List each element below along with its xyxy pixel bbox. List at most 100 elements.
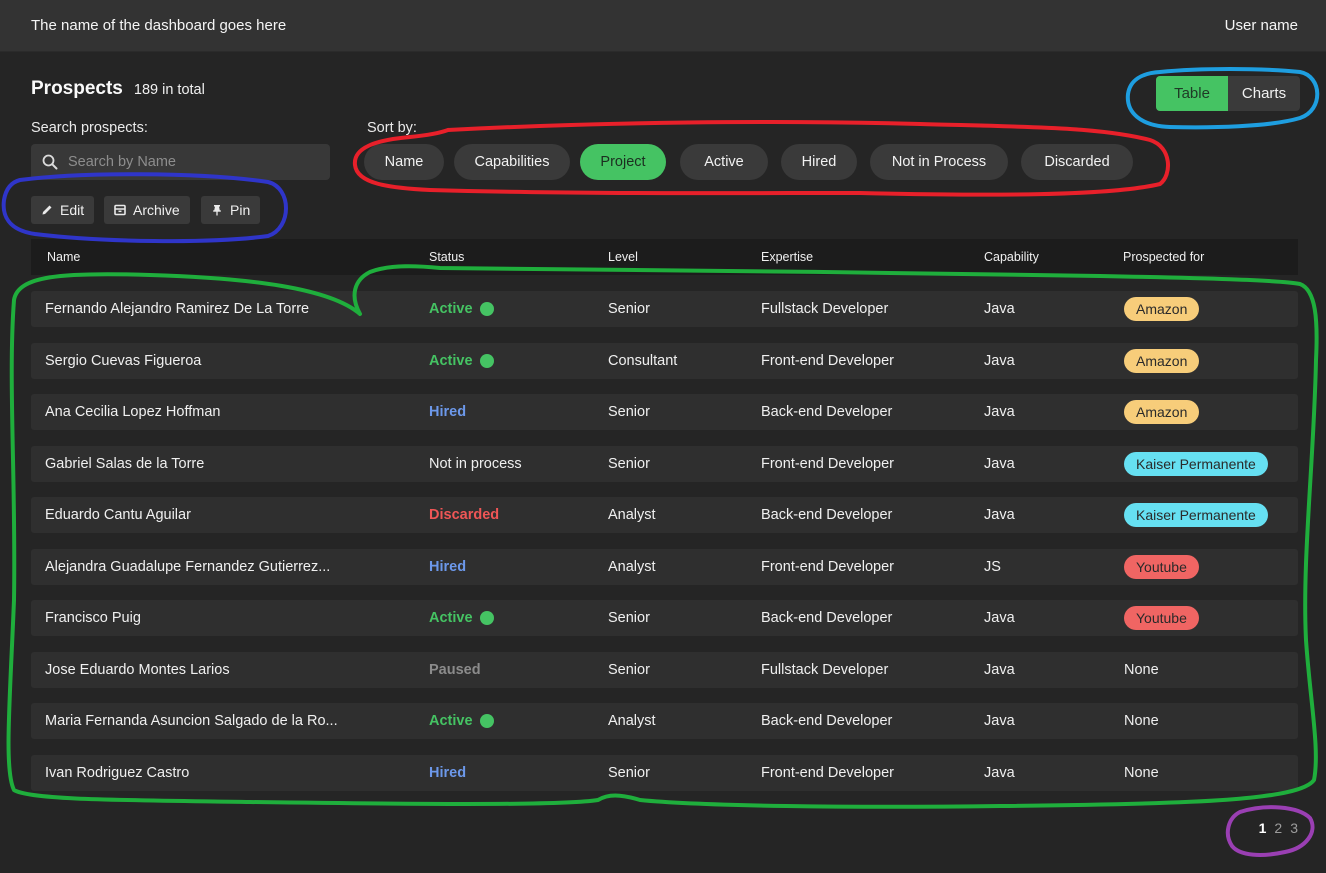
- status-label: Hired: [429, 765, 467, 781]
- table-row[interactable]: Alejandra Guadalupe Fernandez Gutierrez.…: [31, 549, 1298, 585]
- cell-prospected-for: Kaiser Permanente: [1124, 497, 1268, 533]
- cell-capability: Java: [984, 404, 1015, 420]
- status-dot-icon: [479, 714, 494, 728]
- status-label: Active: [429, 301, 473, 317]
- dashboard-title: The name of the dashboard goes here: [31, 17, 287, 34]
- cell-level: Senior: [608, 610, 650, 626]
- cell-name: Francisco Puig: [45, 610, 141, 626]
- cell-name: Alejandra Guadalupe Fernandez Gutierrez.…: [45, 559, 331, 575]
- cell-prospected-for: None: [1124, 652, 1159, 688]
- cell-level: Analyst: [608, 713, 656, 729]
- cell-name: Sergio Cuevas Figueroa: [45, 353, 202, 369]
- archive-icon: [114, 204, 126, 216]
- cell-name: Gabriel Salas de la Torre: [45, 456, 205, 472]
- page-heading: Prospects 189 in total: [31, 78, 205, 100]
- cell-expertise: Fullstack Developer: [761, 301, 889, 317]
- column-header-prospected-for[interactable]: Prospected for: [1123, 250, 1204, 264]
- table-row[interactable]: Eduardo Cantu Aguilar Discarded Analyst …: [31, 497, 1298, 533]
- cell-status: Hired: [429, 549, 466, 585]
- project-tag: Amazon: [1124, 297, 1200, 321]
- column-header-capability[interactable]: Capability: [984, 250, 1039, 264]
- column-header-status[interactable]: Status: [429, 250, 464, 264]
- project-tag: Amazon: [1124, 349, 1200, 373]
- cell-status: Hired: [429, 394, 466, 430]
- cell-capability: Java: [984, 713, 1015, 729]
- sort-chip-active[interactable]: Active: [680, 144, 768, 180]
- cell-expertise: Front-end Developer: [761, 353, 894, 369]
- table-row[interactable]: Sergio Cuevas Figueroa Active Consultant…: [31, 343, 1298, 379]
- cell-expertise: Fullstack Developer: [761, 662, 889, 678]
- cell-status: Active: [429, 291, 494, 327]
- table-row[interactable]: Ana Cecilia Lopez Hoffman Hired Senior B…: [31, 394, 1298, 430]
- top-bar: The name of the dashboard goes here User…: [0, 0, 1326, 52]
- pagination: 1 2 3: [1259, 820, 1298, 836]
- table-row[interactable]: Francisco Puig Active Senior Back-end De…: [31, 600, 1298, 636]
- cell-status: Hired: [429, 755, 466, 791]
- table-view-button[interactable]: Table: [1156, 76, 1228, 111]
- cell-name: Maria Fernanda Asuncion Salgado de la Ro…: [45, 713, 338, 729]
- sort-chip-project[interactable]: Project: [580, 144, 666, 180]
- sort-chip-discarded[interactable]: Discarded: [1021, 144, 1133, 180]
- table-row[interactable]: Maria Fernanda Asuncion Salgado de la Ro…: [31, 703, 1298, 739]
- project-label: None: [1124, 713, 1159, 729]
- archive-button[interactable]: Archive: [104, 196, 190, 224]
- column-header-expertise[interactable]: Expertise: [761, 250, 813, 264]
- cell-expertise: Back-end Developer: [761, 404, 893, 420]
- status-label: Hired: [429, 404, 467, 420]
- edit-button[interactable]: Edit: [31, 196, 95, 224]
- project-tag: Kaiser Permanente: [1124, 503, 1268, 527]
- prospect-count: 189 in total: [133, 82, 205, 98]
- table-row[interactable]: Gabriel Salas de la Torre Not in process…: [31, 446, 1298, 482]
- page-link-1[interactable]: 1: [1259, 820, 1267, 836]
- cell-prospected-for: Amazon: [1124, 291, 1200, 327]
- project-tag: Amazon: [1124, 400, 1200, 424]
- table-row[interactable]: Ivan Rodriguez Castro Hired Senior Front…: [31, 755, 1298, 791]
- pin-button[interactable]: Pin: [201, 196, 261, 224]
- cell-name: Fernando Alejandro Ramirez De La Torre: [45, 301, 310, 317]
- cell-prospected-for: Amazon: [1124, 394, 1200, 430]
- cell-level: Senior: [608, 404, 650, 420]
- search-input[interactable]: [68, 154, 308, 170]
- table-row[interactable]: Jose Eduardo Montes Larios Paused Senior…: [31, 652, 1298, 688]
- cell-capability: Java: [984, 507, 1015, 523]
- cell-level: Senior: [608, 662, 650, 678]
- sort-label: Sort by:: [367, 120, 417, 136]
- search-icon: [42, 154, 58, 170]
- cell-status: Discarded: [429, 497, 499, 533]
- cell-status: Active: [429, 343, 494, 379]
- cell-level: Consultant: [608, 353, 678, 369]
- charts-view-button[interactable]: Charts: [1228, 76, 1300, 111]
- sort-chip-hired[interactable]: Hired: [781, 144, 857, 180]
- cell-prospected-for: Amazon: [1124, 343, 1200, 379]
- status-label: Active: [429, 713, 473, 729]
- cell-capability: Java: [984, 456, 1015, 472]
- status-label: Discarded: [429, 507, 500, 523]
- page-link-2[interactable]: 2: [1274, 820, 1282, 836]
- cell-level: Senior: [608, 456, 650, 472]
- cell-status: Active: [429, 600, 494, 636]
- page-link-3[interactable]: 3: [1290, 820, 1298, 836]
- cell-name: Eduardo Cantu Aguilar: [45, 507, 191, 523]
- sort-chip-name[interactable]: Name: [364, 144, 444, 180]
- status-label: Active: [429, 353, 473, 369]
- user-name[interactable]: User name: [1225, 17, 1298, 34]
- table-row[interactable]: Fernando Alejandro Ramirez De La Torre A…: [31, 291, 1298, 327]
- cell-expertise: Back-end Developer: [761, 610, 893, 626]
- search-label: Search prospects:: [31, 120, 148, 136]
- cell-name: Ivan Rodriguez Castro: [45, 765, 190, 781]
- cell-name: Jose Eduardo Montes Larios: [45, 662, 230, 678]
- cell-capability: JS: [984, 559, 1001, 575]
- column-header-name[interactable]: Name: [47, 250, 80, 264]
- sort-chip-not-in-process[interactable]: Not in Process: [870, 144, 1008, 180]
- cell-name: Ana Cecilia Lopez Hoffman: [45, 404, 221, 420]
- cell-level: Senior: [608, 765, 650, 781]
- sort-chip-capabilities[interactable]: Capabilities: [454, 144, 570, 180]
- cell-level: Analyst: [608, 507, 656, 523]
- column-header-level[interactable]: Level: [608, 250, 638, 264]
- cell-expertise: Back-end Developer: [761, 507, 893, 523]
- search-box[interactable]: [31, 144, 330, 180]
- project-tag: Youtube: [1124, 555, 1199, 579]
- project-label: None: [1124, 765, 1159, 781]
- pin-icon: [213, 205, 221, 216]
- cell-status: Paused: [429, 652, 481, 688]
